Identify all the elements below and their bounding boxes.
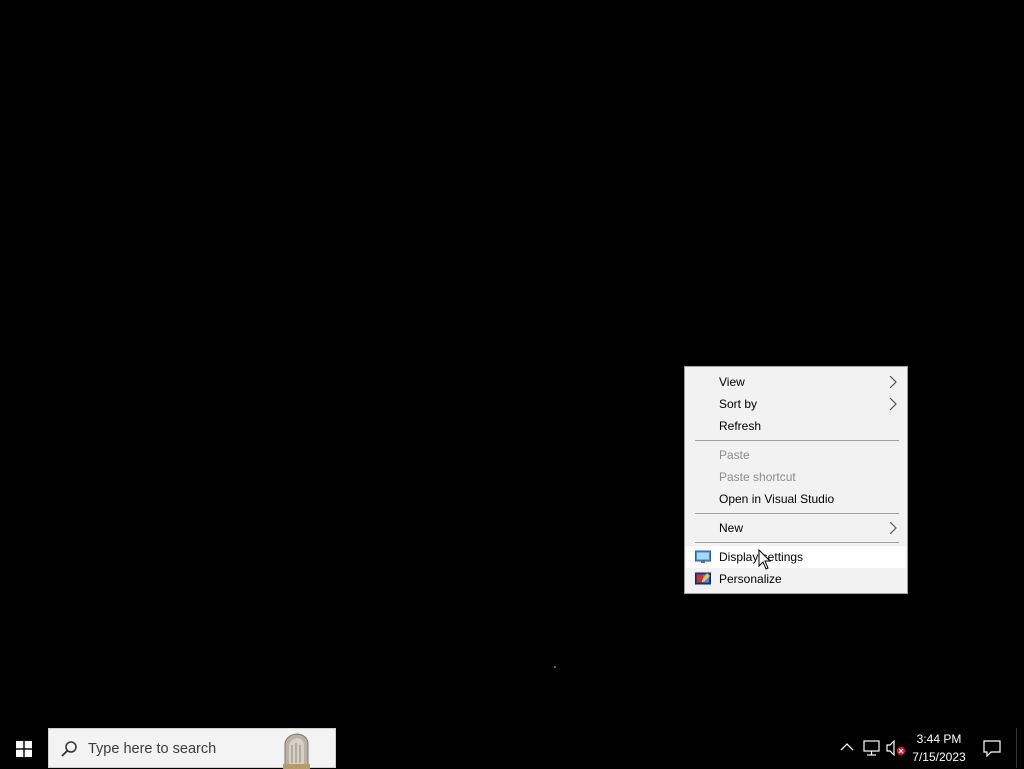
menu-item-view[interactable]: View bbox=[686, 371, 906, 393]
action-center-icon bbox=[983, 740, 1001, 757]
chevron-right-icon bbox=[889, 398, 897, 410]
search-icon bbox=[61, 741, 77, 757]
menu-item-sort-by[interactable]: Sort by bbox=[686, 393, 906, 415]
chevron-up-icon bbox=[840, 743, 854, 751]
volume-tray-button[interactable] bbox=[884, 728, 906, 768]
menu-item-label: View bbox=[719, 375, 745, 389]
show-desktop-button[interactable] bbox=[1016, 728, 1024, 768]
personalize-icon bbox=[695, 572, 711, 585]
menu-item-label: New bbox=[719, 521, 744, 535]
network-tray-button[interactable] bbox=[860, 728, 882, 768]
search-input[interactable]: Type here to search bbox=[48, 728, 336, 769]
clock-date: 7/15/2023 bbox=[912, 750, 966, 764]
menu-item-label: Refresh bbox=[719, 419, 762, 433]
menu-item-label: Personalize bbox=[719, 572, 782, 586]
clock[interactable]: 3:44 PM 7/15/2023 bbox=[910, 728, 968, 768]
chevron-right-icon bbox=[889, 376, 897, 388]
menu-item-refresh[interactable]: Refresh bbox=[686, 415, 906, 437]
menu-item-label: Sort by bbox=[719, 397, 758, 411]
clock-time: 3:44 PM bbox=[916, 732, 962, 746]
volume-muted-icon bbox=[886, 740, 906, 756]
menu-item-paste-shortcut[interactable]: Paste shortcut bbox=[686, 466, 906, 488]
search-highlight-icon bbox=[283, 733, 310, 769]
show-hidden-icons-button[interactable] bbox=[836, 728, 856, 768]
menu-item-new[interactable]: New bbox=[686, 517, 906, 539]
desktop-speck bbox=[554, 666, 556, 668]
taskbar: Type here to search 3:44 PM 7/15/2023 bbox=[0, 728, 1024, 769]
menu-item-open-in-visual-studio[interactable]: Open in Visual Studio bbox=[686, 488, 906, 510]
menu-item-label: Paste bbox=[719, 448, 750, 462]
windows-logo-icon bbox=[16, 741, 32, 757]
menu-separator bbox=[695, 440, 899, 441]
start-button[interactable] bbox=[0, 728, 48, 768]
desktop-context-menu: View Sort by Refresh Paste Paste shortcu… bbox=[684, 366, 908, 594]
chevron-right-icon bbox=[889, 522, 897, 534]
menu-separator bbox=[695, 513, 899, 514]
action-center-button[interactable] bbox=[980, 728, 1006, 768]
menu-item-paste[interactable]: Paste bbox=[686, 444, 906, 466]
menu-separator bbox=[695, 542, 899, 543]
desktop[interactable] bbox=[0, 0, 1024, 728]
mouse-pointer-icon bbox=[758, 549, 772, 570]
network-icon bbox=[863, 740, 880, 756]
menu-item-display-settings[interactable]: Display settings bbox=[686, 546, 906, 568]
search-placeholder: Type here to search bbox=[88, 741, 217, 757]
menu-item-personalize[interactable]: Personalize bbox=[686, 568, 906, 590]
menu-item-label: Paste shortcut bbox=[719, 470, 796, 484]
menu-item-label: Open in Visual Studio bbox=[719, 492, 835, 506]
display-icon bbox=[695, 550, 711, 563]
